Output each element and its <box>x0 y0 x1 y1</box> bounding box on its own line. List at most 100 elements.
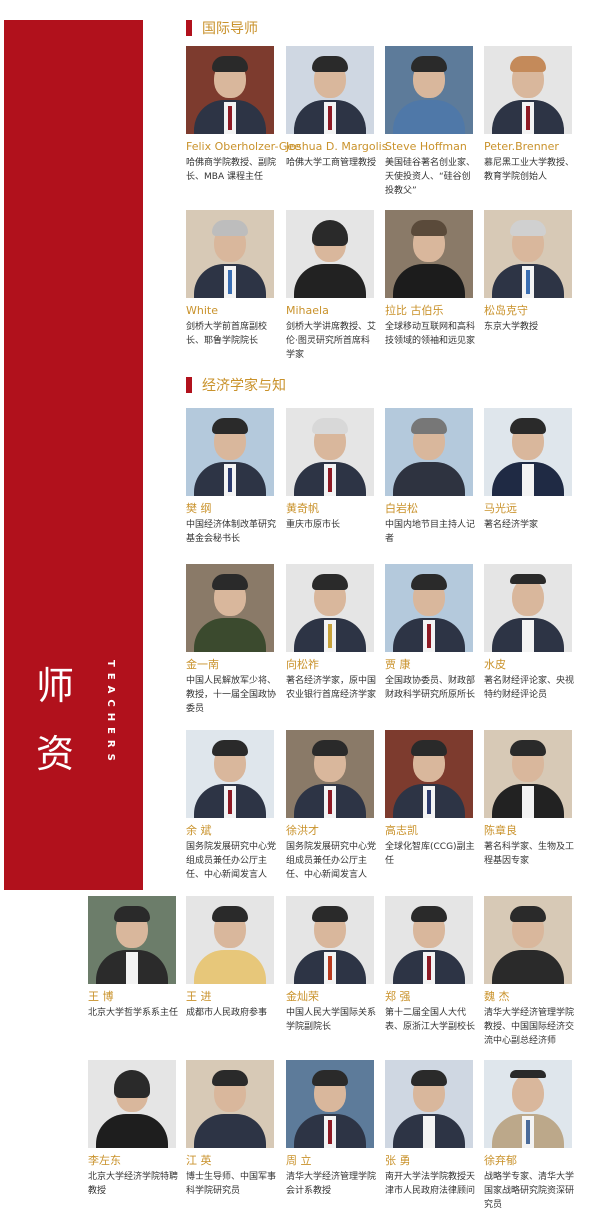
economist-photo <box>385 408 473 496</box>
economist-card: 马光远 著名经济学家 <box>484 408 576 532</box>
side-title-char-1: 师 <box>36 664 75 708</box>
mentor-photo <box>186 46 274 134</box>
economist-photo <box>186 408 274 496</box>
economist-title: 第十二届全国人大代表、原浙江大学副校长 <box>385 1008 476 1032</box>
economist-photo <box>186 896 274 984</box>
mentor-photo <box>286 46 374 134</box>
economist-card: 向松祚 著名经济学家，原中国农业银行首席经济学家 <box>286 564 378 702</box>
economist-card: 金一南 中国人民解放军少将、教授，十一届全国政协委员 <box>186 564 278 716</box>
mentor-title: 哈佛商学院教授、副院长、MBA 课程主任 <box>186 158 277 182</box>
mentor-photo <box>484 46 572 134</box>
economist-title: 著名经济学家 <box>484 520 539 530</box>
mentor-title: 剑桥大学讲席教授、艾伦·图灵研究所首席科学家 <box>286 322 377 360</box>
section-title: 经济学家与知 <box>202 378 286 394</box>
mentor-card: Mihaela 剑桥大学讲席教授、艾伦·图灵研究所首席科学家 <box>286 210 378 362</box>
mentor-card: Felix Oberholzer-Gee 哈佛商学院教授、副院长、MBA 课程主… <box>186 46 301 184</box>
mentor-photo <box>385 210 473 298</box>
economist-photo <box>484 730 572 818</box>
economist-name: 王 博 <box>88 990 114 1003</box>
mentor-title: 美国硅谷著名创业家、天使投资人、“硅谷创投教父” <box>385 158 476 196</box>
economist-title: 北京大学经济学院特聘教授 <box>88 1172 179 1196</box>
side-title-char-2: 资 <box>36 732 75 776</box>
mentor-photo <box>186 210 274 298</box>
economist-photo <box>385 1060 473 1148</box>
mentor-photo <box>385 46 473 134</box>
economist-card: 贾 康 全国政协委员、财政部财政科学研究所原所长 <box>385 564 477 702</box>
mentor-card: 松岛克守 东京大学教授 <box>484 210 576 334</box>
mentor-card: Steve Hoffman 美国硅谷著名创业家、天使投资人、“硅谷创投教父” <box>385 46 477 198</box>
mentor-card: Joshua D. Margolis 哈佛大学工商管理教授 <box>286 46 388 170</box>
economist-card: 李左东 北京大学经济学院特聘教授 <box>88 1060 180 1198</box>
side-title: 师 资 <box>36 656 96 792</box>
economist-photo <box>385 564 473 652</box>
economist-title: 全球化智库(CCG)副主任 <box>385 842 475 866</box>
economist-title: 著名科学家、生物及工程基因专家 <box>484 842 575 866</box>
economist-name: 郑 强 <box>385 990 411 1003</box>
economist-card: 徐洪才 国务院发展研究中心党组成员兼任办公厅主任、中心新闻发言人 <box>286 730 378 882</box>
section-header-international: 国际导师 <box>186 18 258 38</box>
economist-photo <box>186 1060 274 1148</box>
economist-card: 水皮 著名财经评论家、央视特约财经评论员 <box>484 564 576 702</box>
economist-name: 贾 康 <box>385 658 411 671</box>
economist-title: 成都市人民政府参事 <box>186 1008 268 1018</box>
economist-photo <box>385 730 473 818</box>
economist-card: 白岩松 中国内地节目主持人记者 <box>385 408 477 546</box>
economist-photo <box>286 896 374 984</box>
economist-title: 北京大学哲学系系主任 <box>88 1008 179 1018</box>
section-marker <box>186 377 192 393</box>
economist-photo <box>484 1060 572 1148</box>
economist-title: 清华大学经济管理学院教授、中国国际经济交流中心副总经济师 <box>484 1008 575 1046</box>
economist-card: 金灿荣 中国人民大学国际关系学院副院长 <box>286 896 378 1034</box>
mentor-title: 剑桥大学前首席副校长、耶鲁学院院长 <box>186 322 268 346</box>
economist-photo <box>286 564 374 652</box>
economist-name: 余 斌 <box>186 824 212 837</box>
economist-name: 李左东 <box>88 1154 121 1167</box>
economist-card: 高志凯 全球化智库(CCG)副主任 <box>385 730 477 868</box>
economist-title: 国务院发展研究中心党组成员兼任办公厅主任、中心新闻发言人 <box>186 842 277 880</box>
side-subtitle: TEACHERS <box>105 660 116 767</box>
economist-title: 中国内地节目主持人记者 <box>385 520 476 544</box>
economist-photo <box>88 1060 176 1148</box>
economist-name: 金灿荣 <box>286 990 319 1003</box>
economist-photo <box>484 896 572 984</box>
economist-name: 王 进 <box>186 990 212 1003</box>
mentor-name: Mihaela <box>286 304 329 317</box>
economist-card: 余 斌 国务院发展研究中心党组成员兼任办公厅主任、中心新闻发言人 <box>186 730 278 882</box>
economist-title: 中国经济体制改革研究基金会秘书长 <box>186 520 277 544</box>
economist-card: 徐弃郁 战略学专家、清华大学国家战略研究院资深研究员 <box>484 1060 576 1212</box>
economist-card: 魏 杰 清华大学经济管理学院教授、中国国际经济交流中心副总经济师 <box>484 896 576 1048</box>
economist-photo <box>484 564 572 652</box>
economist-card: 郑 强 第十二届全国人大代表、原浙江大学副校长 <box>385 896 477 1034</box>
economist-name: 水皮 <box>484 658 506 671</box>
economist-photo <box>286 730 374 818</box>
economist-card: 张 勇 南开大学法学院教授天津市人民政府法律顾问 <box>385 1060 477 1198</box>
mentor-photo <box>286 210 374 298</box>
mentor-name: Steve Hoffman <box>385 140 467 153</box>
economist-photo <box>484 408 572 496</box>
economist-title: 中国人民解放军少将、教授，十一届全国政协委员 <box>186 676 277 714</box>
economist-photo <box>286 1060 374 1148</box>
economist-title: 著名经济学家，原中国农业银行首席经济学家 <box>286 676 377 700</box>
economist-card: 王 博 北京大学哲学系系主任 <box>88 896 180 1020</box>
economist-name: 樊 纲 <box>186 502 212 515</box>
mentor-title: 慕尼黑工业大学教授、教育学院创始人 <box>484 158 575 182</box>
section-marker <box>186 20 192 36</box>
economist-title: 重庆市原市长 <box>286 520 341 530</box>
mentor-photo <box>484 210 572 298</box>
mentor-name: 松岛克守 <box>484 304 528 317</box>
mentor-name: Joshua D. Margolis <box>286 140 388 153</box>
economist-card: 樊 纲 中国经济体制改革研究基金会秘书长 <box>186 408 278 546</box>
economist-name: 白岩松 <box>385 502 418 515</box>
economist-name: 徐洪才 <box>286 824 319 837</box>
economist-name: 马光远 <box>484 502 517 515</box>
economist-name: 向松祚 <box>286 658 319 671</box>
mentor-name: 拉比 古伯乐 <box>385 304 444 317</box>
economist-photo <box>286 408 374 496</box>
mentor-name: White <box>186 304 218 317</box>
economist-card: 王 进 成都市人民政府参事 <box>186 896 278 1020</box>
economist-photo <box>88 896 176 984</box>
mentor-card: 拉比 古伯乐 全球移动互联网和高科技领域的领袖和远见家 <box>385 210 477 348</box>
economist-title: 清华大学经济管理学院会计系教授 <box>286 1172 377 1196</box>
economist-title: 国务院发展研究中心党组成员兼任办公厅主任、中心新闻发言人 <box>286 842 377 880</box>
economist-name: 陈章良 <box>484 824 517 837</box>
